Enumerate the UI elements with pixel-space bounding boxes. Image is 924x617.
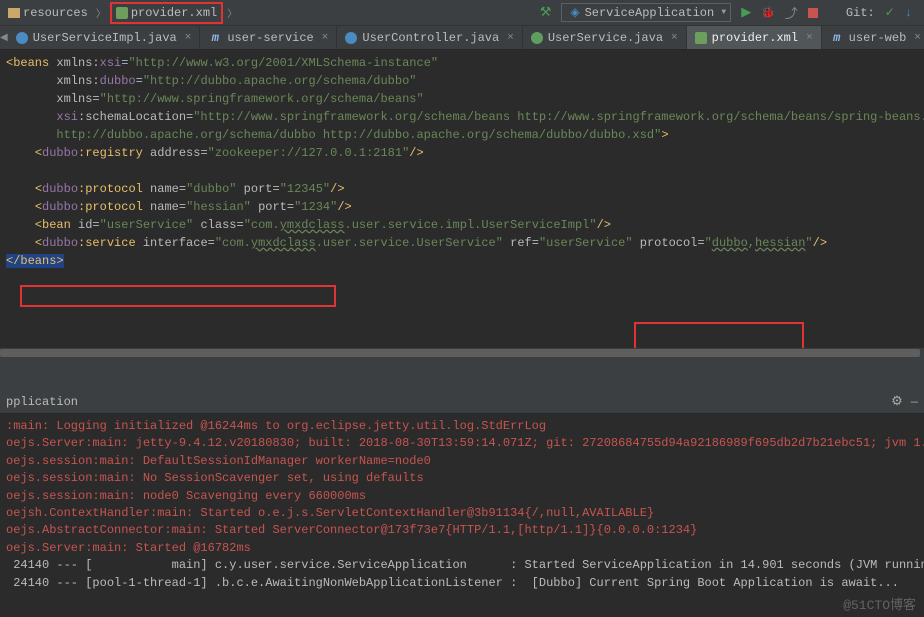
tab-scroll-left[interactable]: ◀ (0, 26, 8, 49)
tab-label: UserServiceImpl.java (33, 31, 177, 45)
run-icon: ◈ (570, 5, 579, 20)
close-icon[interactable]: × (507, 32, 514, 44)
xml-file-icon (116, 7, 128, 19)
chevron-right-icon: 〉 (96, 5, 106, 21)
tab-usercontroller[interactable]: UserController.java × (337, 26, 522, 49)
breadcrumb-label: provider.xml (131, 6, 217, 20)
tab-userserviceimpl[interactable]: UserServiceImpl.java × (8, 26, 201, 49)
tab-provider-xml[interactable]: provider.xml × (687, 26, 822, 49)
git-label: Git: (846, 6, 875, 20)
tab-label: UserController.java (362, 31, 499, 45)
git-pull-icon[interactable]: ↓ (905, 6, 912, 20)
editor-tabs: ◀ UserServiceImpl.java × m user-service … (0, 26, 924, 50)
close-icon[interactable]: × (806, 32, 813, 44)
breadcrumb-bar: resources 〉 provider.xml 〉 ⚒ ◈ ServiceAp… (0, 0, 924, 26)
tab-label: user-service (227, 31, 313, 45)
maven-module-icon: m (830, 31, 844, 45)
run-icon[interactable]: ▶ (741, 5, 751, 20)
run-config-label: ServiceApplication (585, 6, 715, 20)
close-icon[interactable]: × (185, 32, 192, 44)
build-icon[interactable]: ⚒ (540, 5, 552, 20)
tab-label: UserService.java (548, 31, 663, 45)
breadcrumb-item[interactable]: resources (4, 4, 92, 22)
console-title: pplication (6, 395, 78, 409)
gear-icon[interactable]: ⚙ (891, 394, 903, 409)
git-update-icon[interactable]: ✓ (885, 5, 895, 20)
java-class-icon (16, 32, 28, 44)
minimize-icon[interactable]: — (911, 395, 918, 409)
console-header: pplication ⚙ — (0, 390, 924, 414)
run-config-dropdown[interactable]: ◈ ServiceApplication (561, 3, 731, 22)
watermark: @51CTO博客 (843, 594, 916, 613)
debug-icon[interactable]: 🐞 (761, 6, 775, 20)
breadcrumb-item-active[interactable]: provider.xml (110, 2, 223, 24)
scrollbar-thumb[interactable] (0, 349, 920, 357)
run-coverage-icon[interactable]: ⤴ (785, 3, 798, 22)
folder-icon (8, 8, 20, 18)
close-icon[interactable]: × (914, 32, 921, 44)
tab-user-web[interactable]: m user-web × (822, 26, 924, 49)
panel-splitter[interactable] (0, 358, 924, 390)
console-output[interactable]: :main: Logging initialized @16244ms to o… (0, 414, 924, 596)
highlight-box (20, 285, 336, 307)
tab-label: provider.xml (712, 31, 798, 45)
toolbar-right: ⚒ ◈ ServiceApplication ▶ 🐞 ⤴ Git: ✓ ↓ (540, 3, 920, 22)
close-icon[interactable]: × (322, 32, 329, 44)
xml-file-icon (695, 32, 707, 44)
chevron-right-icon: 〉 (227, 5, 237, 21)
highlight-box (634, 322, 804, 348)
java-interface-icon (531, 32, 543, 44)
horizontal-scrollbar[interactable] (0, 348, 924, 358)
stop-icon[interactable] (808, 8, 818, 18)
breadcrumb-label: resources (23, 6, 88, 20)
tab-label: user-web (849, 31, 907, 45)
tab-user-service[interactable]: m user-service × (200, 26, 337, 49)
code-editor[interactable]: <beans xmlns:xsi="http://www.w3.org/2001… (0, 50, 924, 348)
close-icon[interactable]: × (671, 32, 678, 44)
tab-userservice[interactable]: UserService.java × (523, 26, 687, 49)
maven-module-icon: m (208, 31, 222, 45)
java-class-icon (345, 32, 357, 44)
